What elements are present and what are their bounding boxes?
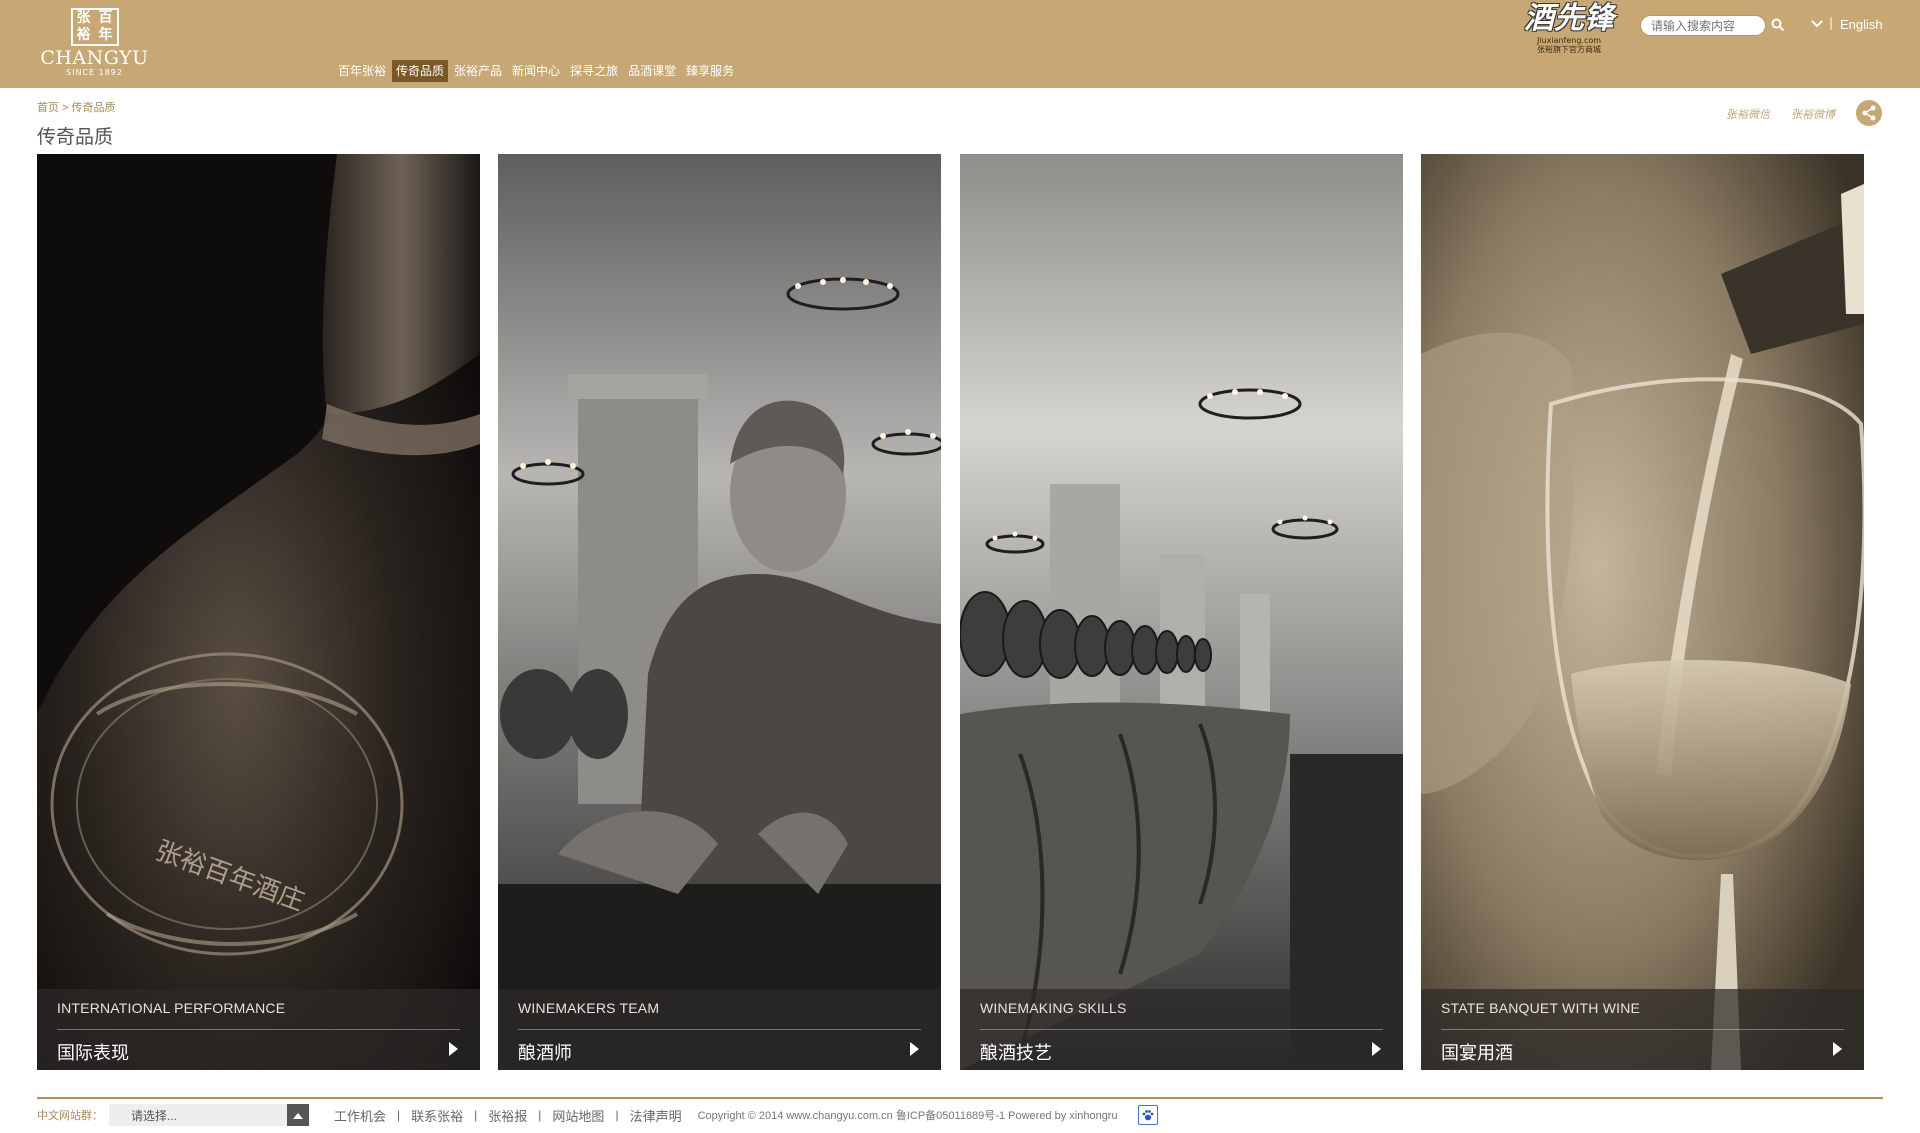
logo-name: CHANGYU: [40, 47, 149, 69]
nav-item-products[interactable]: 张裕产品: [450, 60, 506, 82]
changyu-logo[interactable]: 张 百 裕 年 CHANGYU SINCE 1892: [37, 8, 152, 82]
footer-link-separator: |: [615, 1108, 619, 1122]
panel-title-en: INTERNATIONAL PERFORMANCE: [57, 1000, 286, 1016]
panel-title-cn: 国际表现: [57, 1043, 129, 1063]
arrow-right-icon[interactable]: [909, 1042, 919, 1056]
footer-link-separator: |: [538, 1108, 542, 1122]
arrow-right-icon[interactable]: [448, 1042, 458, 1056]
language-separator: |: [1829, 16, 1834, 30]
panel-caption: WINEMAKING SKILLS 酿酒技艺: [960, 989, 1403, 1070]
site-header: 张 百 裕 年 CHANGYU SINCE 1892 百年张裕 传奇品质 张裕产…: [0, 0, 1920, 88]
seal-char: 年: [98, 27, 113, 43]
caption-divider: [1441, 1029, 1844, 1030]
footer-link-separator: |: [397, 1108, 401, 1122]
panel-caption: INTERNATIONAL PERFORMANCE 国际表现: [37, 989, 480, 1070]
nav-item-news[interactable]: 新闻中心: [508, 60, 564, 82]
panel-caption: WINEMAKERS TEAM 酿酒师: [498, 989, 941, 1070]
panel-title-en: WINEMAKING SKILLS: [980, 1000, 1127, 1016]
site-footer: 中文网站群： 请选择... 工作机会 | 联系张裕 | 张裕报 | 网站地图 |…: [37, 1103, 1158, 1127]
breadcrumb-separator: >: [59, 102, 72, 114]
wine-pouring-image: [1421, 154, 1864, 1070]
chevron-down-icon[interactable]: [1810, 18, 1824, 30]
footer-divider: [37, 1097, 1883, 1099]
logo-since: SINCE 1892: [66, 68, 123, 77]
arrow-right-icon[interactable]: [1371, 1042, 1381, 1056]
arrow-right-icon[interactable]: [1832, 1042, 1842, 1056]
site-group-label: 中文网站群：: [37, 1110, 103, 1122]
winemaker-cellar-image: [498, 154, 941, 1070]
seal-char: 百: [98, 10, 113, 26]
panel-caption: STATE BANQUET WITH WINE 国宴用酒: [1421, 989, 1864, 1070]
share-icon[interactable]: [1856, 100, 1882, 126]
nav-item-services[interactable]: 臻享服务: [682, 60, 738, 82]
paw-icon[interactable]: [1137, 1105, 1158, 1125]
seal-char: 裕: [76, 27, 91, 43]
breadcrumb: 首页 > 传奇品质: [37, 99, 116, 115]
breadcrumb-home[interactable]: 首页: [37, 102, 59, 114]
search-input[interactable]: [1640, 15, 1766, 36]
logo-seal: 张 百 裕 年: [70, 8, 119, 46]
panel-state-banquet[interactable]: STATE BANQUET WITH WINE 国宴用酒: [1421, 154, 1864, 1070]
panel-title-en: STATE BANQUET WITH WINE: [1441, 1000, 1641, 1016]
wine-bottle-label-image: 张裕百年酒庄: [37, 154, 480, 1070]
caption-divider: [57, 1029, 460, 1030]
footer-link-careers[interactable]: 工作机会: [334, 1106, 386, 1125]
site-select-value: 请选择...: [131, 1108, 178, 1123]
barrel-cellar-image: [960, 154, 1403, 1070]
shop-logo-subtitle: 张裕旗下官方商城: [1537, 45, 1601, 54]
copyright-text: Copyright © 2014 www.changyu.com.cn 鲁ICP…: [697, 1110, 1118, 1122]
breadcrumb-current: 传奇品质: [71, 102, 116, 114]
nav-item-legendary-quality[interactable]: 传奇品质: [392, 60, 449, 82]
jiuxianfeng-shop-logo[interactable]: 酒先锋 Jiuxianfeng.com 张裕旗下官方商城: [1516, 1, 1622, 55]
shop-logo-url: Jiuxianfeng.com: [1536, 36, 1602, 45]
caption-divider: [518, 1029, 921, 1030]
panel-international-performance[interactable]: 张裕百年酒庄 INTERNATIONAL PERFORMANCE 国际表现: [37, 154, 480, 1070]
footer-link-separator: |: [474, 1108, 478, 1122]
nav-item-history[interactable]: 百年张裕: [334, 60, 390, 82]
seal-char: 张: [76, 10, 91, 26]
language-switch-english[interactable]: English: [1840, 17, 1883, 32]
wechat-link[interactable]: 张裕微信: [1726, 106, 1770, 122]
nav-item-explore-tour[interactable]: 探寻之旅: [566, 60, 622, 82]
panel-title-cn: 国宴用酒: [1441, 1043, 1513, 1063]
panel-winemaking-skills[interactable]: WINEMAKING SKILLS 酿酒技艺: [960, 154, 1403, 1070]
search-icon[interactable]: [1770, 16, 1786, 34]
site-group-select[interactable]: 请选择...: [109, 1104, 309, 1126]
caption-divider: [980, 1029, 1383, 1030]
footer-link-newspaper[interactable]: 张裕报: [488, 1106, 527, 1125]
caret-up-icon[interactable]: [287, 1104, 309, 1126]
shop-logo-title: 酒先锋: [1524, 1, 1614, 36]
panel-title-en: WINEMAKERS TEAM: [518, 1000, 660, 1016]
footer-link-legal[interactable]: 法律声明: [630, 1106, 682, 1125]
main-nav: 百年张裕 传奇品质 张裕产品 新闻中心 探寻之旅 品酒课堂 臻享服务: [334, 60, 740, 82]
footer-links: 工作机会 | 联系张裕 | 张裕报 | 网站地图 | 法律声明: [334, 1106, 682, 1125]
weibo-link[interactable]: 张裕微博: [1791, 106, 1835, 122]
nav-item-wine-class[interactable]: 品酒课堂: [624, 60, 680, 82]
panel-title-cn: 酿酒技艺: [980, 1043, 1052, 1063]
footer-link-contact[interactable]: 联系张裕: [411, 1106, 463, 1125]
panel-title-cn: 酿酒师: [518, 1043, 572, 1063]
footer-link-sitemap[interactable]: 网站地图: [552, 1106, 604, 1125]
panel-winemakers-team[interactable]: WINEMAKERS TEAM 酿酒师: [498, 154, 941, 1070]
page-title: 传奇品质: [37, 127, 114, 148]
